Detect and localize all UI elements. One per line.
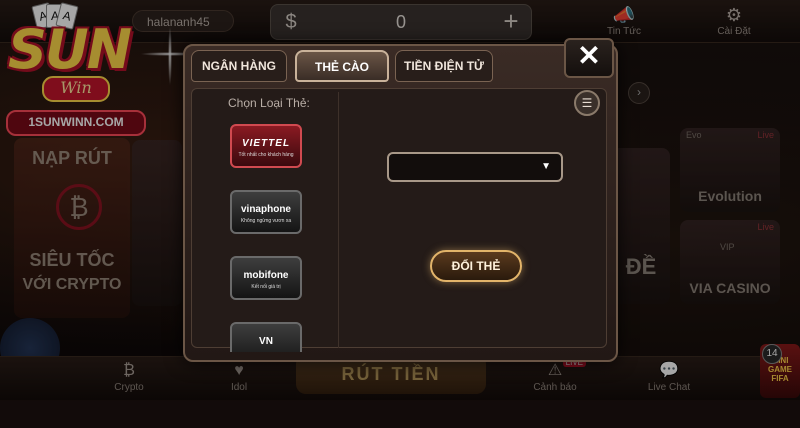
card-type-label: Chọn Loại Thẻ: — [228, 96, 310, 110]
card-value-select[interactable]: ▼ — [387, 152, 563, 182]
caret-down-icon: ▼ — [541, 161, 551, 172]
exchange-card-button[interactable]: ĐỔI THẺ — [430, 250, 522, 282]
card-slogan: Không ngừng vươn xa — [240, 218, 292, 224]
list-icon: ☰ — [581, 96, 593, 110]
card-option-vietnamobile[interactable]: VN — [230, 322, 302, 352]
card-name: VN — [259, 336, 273, 347]
tab-bank[interactable]: NGÂN HÀNG — [191, 50, 287, 82]
card-option-vinaphone[interactable]: vinaphone Không ngừng vươn xa — [230, 190, 302, 234]
close-button[interactable]: ✕ — [564, 38, 614, 78]
history-button[interactable]: ☰ — [574, 90, 600, 116]
card-option-mobifone[interactable]: mobifone Kết nối giá trị — [230, 256, 302, 300]
card-name: mobifone — [243, 270, 289, 281]
card-slogan: Tốt nhất cho khách hàng — [238, 152, 294, 158]
card-type-list[interactable]: VIETTEL Tốt nhất cho khách hàng vinaphon… — [188, 118, 338, 352]
card-slogan: Kết nối giá trị — [251, 284, 281, 290]
card-name: vinaphone — [240, 204, 291, 215]
panel-divider — [338, 92, 339, 348]
tab-card[interactable]: THẺ CÀO — [295, 50, 389, 82]
card-option-viettel[interactable]: VIETTEL Tốt nhất cho khách hàng — [230, 124, 302, 168]
card-name: VIETTEL — [241, 138, 291, 149]
tab-crypto[interactable]: TIỀN ĐIỆN TỬ — [395, 50, 493, 82]
